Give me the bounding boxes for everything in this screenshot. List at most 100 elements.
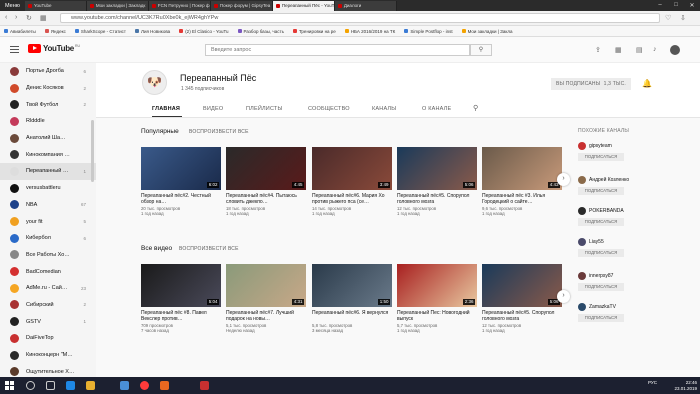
channel-tab[interactable]: КАНАЛЫ	[372, 106, 396, 112]
video-thumbnail[interactable]: 5:04	[141, 264, 221, 307]
minimize-icon[interactable]: –	[652, 2, 668, 9]
related-subscribe-button[interactable]: ПОДПИСАТЬСЯ	[578, 314, 624, 322]
related-channel[interactable]: POKERBANDA ПОДПИСАТЬСЯ	[578, 207, 658, 226]
sidebar-subscription-item[interactable]: Переапанный … 1	[0, 163, 96, 180]
browser-tab[interactable]: FCN Петрунио | Покер ф	[148, 1, 211, 11]
youtube-logo[interactable]: YouTube RU	[28, 44, 80, 53]
video-card[interactable]: 4:43 Переапанный пёс #3. Илья Городецкий …	[482, 147, 562, 217]
bookmark-item[interactable]: НБА 2016/2019 на ТК	[344, 29, 395, 34]
bookmark-item[interactable]: Яндекс	[44, 29, 66, 34]
sidebar-subscription-item[interactable]: AdMe.ru - Сай… 23	[0, 280, 96, 297]
video-title[interactable]: Переапанный пёс#6. Я вернулся	[312, 310, 392, 323]
video-thumbnail[interactable]: 4:43	[482, 147, 562, 190]
language-indicator[interactable]: РУС	[648, 380, 657, 386]
video-card[interactable]: 6:02 Переапанный пёс#2. Честный обзор на……	[141, 147, 221, 217]
bookmark-item[interactable]: (2) El Clasico - YouTu	[179, 29, 229, 34]
related-channel[interactable]: Liay55 ПОДПИСАТЬСЯ	[578, 238, 658, 257]
video-title[interactable]: Переапанный пёс#5. Спорупол головного мо…	[397, 193, 477, 206]
sidebar-subscription-item[interactable]: GSTV 1	[0, 313, 96, 330]
related-subscribe-button[interactable]: ПОДПИСАТЬСЯ	[578, 283, 624, 291]
sidebar-subscription-item[interactable]: your fit 5	[0, 213, 96, 230]
video-title[interactable]: Переапанный пёс#2. Честный обзор на…	[141, 193, 221, 206]
close-icon[interactable]: ✕	[684, 2, 700, 9]
video-thumbnail[interactable]: 2:36	[397, 264, 477, 307]
related-subscribe-button[interactable]: ПОДПИСАТЬСЯ	[578, 249, 624, 257]
forward-icon[interactable]: ›	[15, 14, 17, 21]
video-title[interactable]: Переапанный пёс #3. Илья Городецкий о са…	[482, 193, 562, 206]
upload-icon[interactable]: ⇪	[595, 46, 601, 54]
video-card[interactable]: 4:45 Переапанный пёс#4. Пытаюсь словить д…	[226, 147, 306, 217]
related-subscribe-button[interactable]: ПОДПИСАТЬСЯ	[578, 218, 624, 226]
browser-tab[interactable]: YouTube	[24, 1, 87, 11]
sidebar-subscription-item[interactable]: Портье Дрогба 6	[0, 63, 96, 80]
related-channel[interactable]: Андрей Козленко ПОДПИСАТЬСЯ	[578, 176, 658, 195]
bookmark-item[interactable]: SharkScope - Статист	[74, 29, 126, 34]
channel-tab[interactable]: О КАНАЛЕ	[422, 106, 451, 112]
explorer-icon[interactable]	[86, 381, 95, 390]
sidebar-subscription-item[interactable]: Сибирский 2	[0, 297, 96, 314]
pokerstars-icon[interactable]	[200, 381, 209, 390]
sidebar-scrollbar[interactable]	[91, 120, 94, 182]
video-card[interactable]: 2:36 Переапанный Пес: Новогодний выпуск 5,…	[397, 264, 477, 334]
video-thumbnail[interactable]: 5:06	[482, 264, 562, 307]
video-card[interactable]: 5:04 Переапанный пёс #8. Павел Векслер пр…	[141, 264, 221, 334]
play-all-button[interactable]: ВОСПРОИЗВЕСТИ ВСЕ	[189, 129, 249, 135]
sidebar-subscription-item[interactable]: Твой Футбол 2	[0, 96, 96, 113]
video-thumbnail[interactable]: 4:45	[226, 147, 306, 190]
video-card[interactable]: 5:06 Переапанный пёс#5. Спорупол головног…	[397, 147, 477, 217]
browser-tab[interactable]: Покер форум | GipsyTea	[210, 1, 273, 11]
channel-tab[interactable]: ВИДЕО	[203, 106, 223, 112]
channel-tab[interactable]: ПЛЕЙЛИСТЫ	[246, 106, 283, 112]
video-title[interactable]: Переапанный Пес: Новогодний выпуск	[397, 310, 477, 323]
video-thumbnail[interactable]: 5:06	[397, 147, 477, 190]
sidebar-subscription-item[interactable]: NBA 67	[0, 197, 96, 214]
sidebar-subscription-item[interactable]: versusbattleru	[0, 180, 96, 197]
messages-icon[interactable]: ▤	[636, 46, 643, 54]
video-thumbnail[interactable]: 4:31	[226, 264, 306, 307]
search-taskbar-icon[interactable]	[26, 381, 35, 390]
bookmark-item[interactable]: Мои закладки | Закла	[461, 29, 513, 34]
sidebar-subscription-item[interactable]: BadComedian	[0, 263, 96, 280]
task-view-icon[interactable]	[46, 381, 55, 390]
sidebar-subscription-item[interactable]: Ощутительное Х…	[0, 363, 96, 377]
maximize-icon[interactable]: □	[668, 2, 684, 9]
video-card[interactable]: 5:06 Переапанный пёс#5. Спорупол головног…	[482, 264, 562, 334]
browser-tab[interactable]: Диалоги	[334, 1, 397, 11]
play-all-button[interactable]: ВОСПРОИЗВЕСТИ ВСЕ	[179, 246, 239, 252]
app-icon[interactable]	[160, 381, 169, 390]
channel-tab[interactable]: ГЛАВНАЯ	[152, 106, 180, 112]
video-card[interactable]: 4:31 Переапанный пёс#7. Лучший подарок на…	[226, 264, 306, 334]
next-arrow-button[interactable]: ›	[557, 173, 570, 186]
video-title[interactable]: Переапанный пёс #8. Павел Векслер против…	[141, 310, 221, 323]
download-icon[interactable]: ⇩	[680, 14, 686, 22]
sidebar-subscription-item[interactable]: Rldddle	[0, 113, 96, 130]
subscribed-button[interactable]: ВЫ ПОДПИСАНЫ 1,3 ТЫС.	[551, 78, 631, 90]
video-title[interactable]: Переапанный пёс#6. Мария Хо против рыжег…	[312, 193, 392, 206]
next-arrow-button[interactable]: ›	[557, 290, 570, 303]
browser-tab[interactable]: Мои закладки | Закладк	[86, 1, 149, 11]
reload-icon[interactable]: ↻	[26, 14, 32, 22]
sidebar-subscription-item[interactable]: Все Работы Хо…	[0, 247, 96, 264]
user-avatar[interactable]	[670, 45, 680, 55]
channel-tab[interactable]: СООБЩЕСТВО	[308, 106, 350, 112]
bookmark-item[interactable]: Разбор базы, часть	[237, 29, 284, 34]
bookmark-item[interactable]: Тренировки на ре	[292, 29, 336, 34]
store-icon[interactable]	[120, 381, 129, 390]
channel-search-icon[interactable]: ⚲	[473, 104, 478, 112]
apps-icon[interactable]: ▦	[615, 46, 622, 54]
sidebar-subscription-item[interactable]: DaiFiveTop	[0, 330, 96, 347]
related-subscribe-button[interactable]: ПОДПИСАТЬСЯ	[578, 187, 624, 195]
related-channel[interactable]: gipsyteam ПОДПИСАТЬСЯ	[578, 142, 658, 161]
bell-icon[interactable]: 🔔	[642, 79, 652, 88]
video-card[interactable]: 1:50 Переапанный пёс#6. Я вернулся 5,8 тыс…	[312, 264, 392, 334]
notifications-icon[interactable]: ♪	[653, 46, 657, 53]
bookmark-item[interactable]: Simple Postflop - inst	[404, 29, 453, 34]
video-card[interactable]: 3:49 Переапанный пёс#6. Мария Хо против р…	[312, 147, 392, 217]
bookmark-item[interactable]: Авиабилеты	[4, 29, 36, 34]
windows-start-icon[interactable]	[5, 381, 14, 390]
search-button[interactable]: ⚲	[470, 44, 492, 56]
grid-icon[interactable]: ▦	[40, 14, 47, 22]
opera-icon[interactable]	[140, 381, 149, 390]
related-subscribe-button[interactable]: ПОДПИСАТЬСЯ	[578, 153, 624, 161]
sidebar-subscription-item[interactable]: Кибербол 6	[0, 230, 96, 247]
